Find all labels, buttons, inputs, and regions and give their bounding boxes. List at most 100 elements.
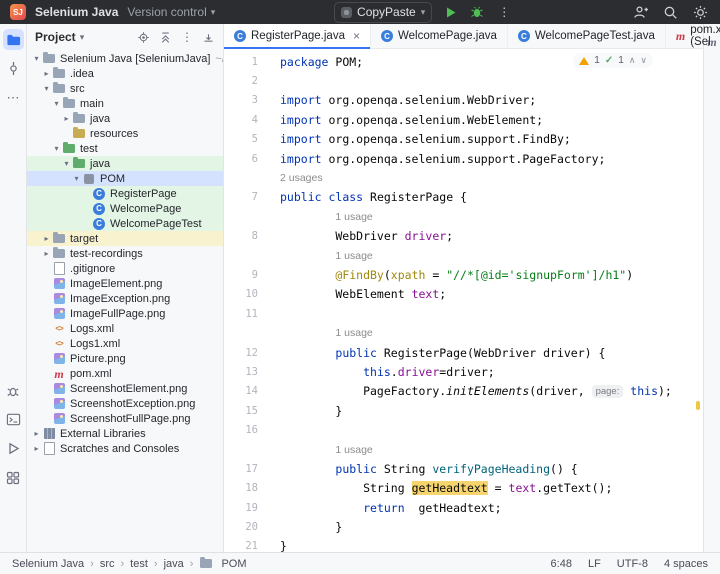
chevron-down-icon[interactable]: ▾	[71, 174, 82, 183]
tree-item-screenshotfullpage-png[interactable]: ScreenshotFullPage.png	[27, 411, 223, 426]
app-logo[interactable]: SJ	[10, 4, 26, 20]
tree-item-resources[interactable]: resources	[27, 126, 223, 141]
line-number[interactable]: 5	[224, 133, 258, 145]
line-number[interactable]: 1	[224, 56, 258, 68]
line-number[interactable]: 10	[224, 288, 258, 300]
line-number[interactable]: 7	[224, 191, 258, 203]
tab-pom-xml-sel[interactable]: mpom.xml (Sel	[666, 24, 720, 48]
code-line-18[interactable]: 18 String getHeadtext = text.getText();	[224, 479, 703, 498]
line-number[interactable]: 21	[224, 540, 258, 552]
line-number[interactable]: 13	[224, 366, 258, 378]
breadcrumb-test[interactable]: test	[130, 558, 148, 570]
usage-hint-row[interactable]: 1 usage	[224, 323, 703, 342]
line-number[interactable]: 6	[224, 153, 258, 165]
code-line-10[interactable]: 10 WebElement text;	[224, 285, 703, 304]
code-line-2[interactable]: 2	[224, 71, 703, 90]
tree-item-src[interactable]: ▾src	[27, 81, 223, 96]
code-editor[interactable]: 1package POM;23import org.openqa.seleniu…	[224, 49, 703, 552]
inspections-widget[interactable]: 1 ✓ 1 ∧ ∨	[573, 53, 653, 68]
chevron-down-icon[interactable]: ▾	[61, 159, 72, 168]
tree-item-gitignore[interactable]: .gitignore	[27, 261, 223, 276]
services-tool-window-button[interactable]	[3, 467, 24, 488]
next-issue-icon[interactable]: ∨	[640, 55, 647, 66]
line-number[interactable]: 15	[224, 405, 258, 417]
usages-hint[interactable]: 2 usages	[280, 172, 323, 184]
code-line-9[interactable]: 9 @FindBy(xpath = "//*[@id='signupForm']…	[224, 265, 703, 284]
chevron-right-icon[interactable]: ▸	[31, 429, 42, 438]
run-button[interactable]	[441, 3, 459, 21]
line-number[interactable]: 4	[224, 114, 258, 126]
code-line-20[interactable]: 20 }	[224, 517, 703, 536]
tree-item-imageelement-png[interactable]: ImageElement.png	[27, 276, 223, 291]
code-line-13[interactable]: 13 this.driver=driver;	[224, 362, 703, 381]
breadcrumb-java[interactable]: java	[164, 558, 184, 570]
line-number[interactable]: 2	[224, 75, 258, 87]
tree-item-java[interactable]: ▸java	[27, 111, 223, 126]
code-line-21[interactable]: 21}	[224, 537, 703, 552]
select-opened-file-icon[interactable]	[137, 31, 150, 44]
project-name-widget[interactable]: Selenium Java	[35, 5, 118, 19]
code-line-14[interactable]: 14 PageFactory.initElements(driver, page…	[224, 382, 703, 401]
line-number[interactable]: 8	[224, 230, 258, 242]
line-number[interactable]: 20	[224, 521, 258, 533]
code-line-15[interactable]: 15 }	[224, 401, 703, 420]
tree-item-target[interactable]: ▸target	[27, 231, 223, 246]
chevron-right-icon[interactable]: ▸	[41, 69, 52, 78]
file-encoding-widget[interactable]: UTF-8	[617, 558, 648, 570]
chevron-down-icon[interactable]: ▾	[80, 32, 85, 43]
code-line-12[interactable]: 12 public RegisterPage(WebDriver driver)…	[224, 343, 703, 362]
tree-item-external-libraries[interactable]: ▸External Libraries	[27, 426, 223, 441]
tree-item-scratches-and-consoles[interactable]: ▸Scratches and Consoles	[27, 441, 223, 456]
usages-hint[interactable]: 1 usage	[335, 250, 372, 262]
tree-item-imageexception-png[interactable]: ImageException.png	[27, 291, 223, 306]
tree-item-registerpage[interactable]: CRegisterPage	[27, 186, 223, 201]
tree-item-logs1-xml[interactable]: <>Logs1.xml	[27, 336, 223, 351]
tree-item-pom[interactable]: ▾POM	[27, 171, 223, 186]
usage-hint-row[interactable]: 1 usage	[224, 207, 703, 226]
search-everywhere-button[interactable]	[662, 3, 680, 21]
line-separator-widget[interactable]: LF	[588, 558, 601, 570]
tree-item-screenshotelement-png[interactable]: ScreenshotElement.png	[27, 381, 223, 396]
debug-tool-window-button[interactable]	[3, 380, 24, 401]
line-number[interactable]: 9	[224, 269, 258, 281]
usage-hint-row[interactable]: 2 usages	[224, 168, 703, 187]
tree-item-test-recordings[interactable]: ▸test-recordings	[27, 246, 223, 261]
code-line-16[interactable]: 16	[224, 420, 703, 439]
tab-registerpage-java[interactable]: CRegisterPage.java×	[224, 24, 371, 48]
project-tool-window-button[interactable]	[3, 29, 24, 50]
tree-item-selenium-java-seleniumjava[interactable]: ▾Selenium Java [SeleniumJava]~/IdeaProj	[27, 51, 223, 66]
tree-item-java[interactable]: ▾java	[27, 156, 223, 171]
chevron-down-icon[interactable]: ▾	[51, 99, 62, 108]
tree-item-main[interactable]: ▾main	[27, 96, 223, 111]
chevron-down-icon[interactable]: ▾	[41, 84, 52, 93]
code-line-5[interactable]: 5import org.openqa.selenium.support.Find…	[224, 130, 703, 149]
usage-hint-row[interactable]: 1 usage	[224, 246, 703, 265]
line-number[interactable]: 19	[224, 502, 258, 514]
tab-welcomepage-java[interactable]: CWelcomePage.java	[371, 24, 508, 48]
code-line-6[interactable]: 6import org.openqa.selenium.support.Page…	[224, 149, 703, 168]
usage-hint-row[interactable]: 1 usage	[224, 440, 703, 459]
tree-item-idea[interactable]: ▸.idea	[27, 66, 223, 81]
usages-hint[interactable]: 1 usage	[335, 327, 372, 339]
tree-item-imagefullpage-png[interactable]: ImageFullPage.png	[27, 306, 223, 321]
chevron-right-icon[interactable]: ▸	[31, 444, 42, 453]
line-number[interactable]: 17	[224, 463, 258, 475]
chevron-right-icon[interactable]: ▸	[61, 114, 72, 123]
line-number[interactable]: 12	[224, 347, 258, 359]
indent-style-widget[interactable]: 4 spaces	[664, 558, 708, 570]
chevron-right-icon[interactable]: ▸	[41, 234, 52, 243]
close-icon[interactable]: ×	[353, 29, 360, 43]
tree-item-screenshotexception-png[interactable]: ScreenshotException.png	[27, 396, 223, 411]
code-line-8[interactable]: 8 WebDriver driver;	[224, 227, 703, 246]
tree-item-picture-png[interactable]: Picture.png	[27, 351, 223, 366]
settings-button[interactable]	[692, 3, 710, 21]
breadcrumb-src[interactable]: src	[100, 558, 115, 570]
chevron-right-icon[interactable]: ▸	[41, 249, 52, 258]
collapse-all-icon[interactable]	[159, 31, 172, 44]
project-panel-title[interactable]: Project	[35, 30, 76, 44]
hide-panel-icon[interactable]	[202, 31, 215, 44]
code-line-7[interactable]: 7public class RegisterPage {	[224, 188, 703, 207]
caret-position-widget[interactable]: 6:48	[551, 558, 572, 570]
line-number[interactable]: 3	[224, 94, 258, 106]
prev-issue-icon[interactable]: ∧	[629, 55, 636, 66]
